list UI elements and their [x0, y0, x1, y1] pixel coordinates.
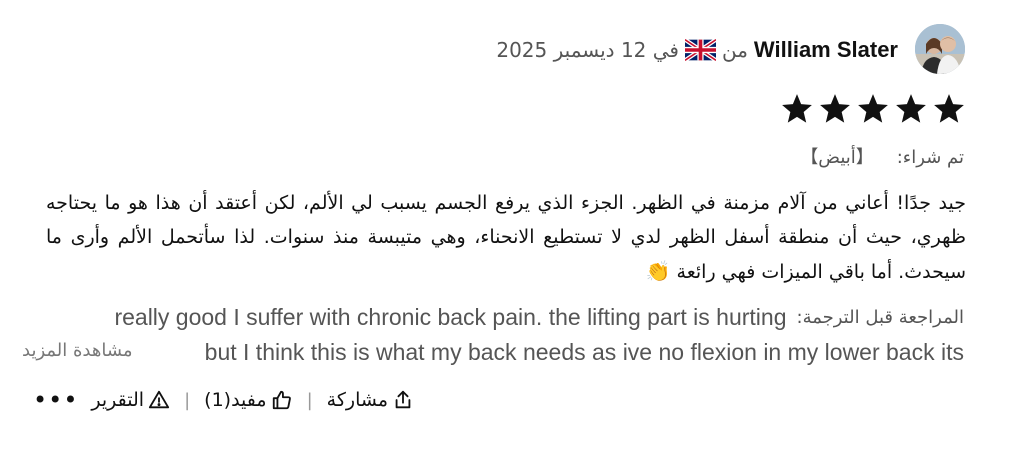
from-label: من: [721, 38, 748, 62]
original-review-label: المراجعة قبل الترجمة:: [796, 306, 965, 328]
divider: |: [306, 389, 313, 411]
share-label: مشاركة: [326, 389, 388, 411]
star-icon: [820, 94, 850, 123]
helpful-button[interactable]: مفيد(1): [204, 389, 292, 411]
report-button[interactable]: التقرير: [91, 389, 170, 411]
report-label: التقرير: [91, 389, 145, 411]
reviewer-name[interactable]: William Slater: [754, 37, 898, 63]
purchase-variant: تم شراء: 【أبيض】: [800, 143, 964, 169]
avatar[interactable]: [915, 24, 965, 74]
star-icon: [896, 94, 926, 123]
review-actions: مشاركة | مفيد(1) | التقرير: [91, 383, 414, 417]
review-date: في 12 ديسمبر 2025: [496, 38, 679, 62]
helpful-label: مفيد(1): [204, 389, 267, 411]
original-review-line1: المراجعة قبل الترجمة: really good I suff…: [42, 300, 964, 334]
review-body: جيد جدًا! أعاني من آلام مزمنة في الظهر. …: [46, 186, 966, 289]
share-button[interactable]: مشاركة: [327, 389, 414, 411]
purchase-value: 【أبيض】: [800, 147, 874, 168]
review-text: جيد جدًا! أعاني من آلام مزمنة في الظهر. …: [46, 192, 966, 283]
purchase-label: تم شراء:: [896, 147, 964, 168]
original-review-text-line1: really good I suffer with chronic back p…: [114, 303, 787, 330]
thumbs-up-icon: [272, 390, 291, 410]
original-review-text-line2: but I think this is what my back needs a…: [204, 339, 964, 365]
review-header: William Slater من في 12 ديسمبر 2025: [496, 33, 898, 67]
uk-flag-icon: [683, 37, 718, 63]
star-icon: [858, 94, 888, 123]
original-review-line2: but I think this is what my back needs a…: [144, 336, 964, 370]
star-icon: [782, 94, 812, 123]
star-rating: [780, 92, 966, 126]
star-icon: [934, 94, 964, 123]
share-icon: [395, 390, 411, 409]
divider: |: [184, 389, 191, 411]
warning-icon: [148, 390, 170, 409]
more-options-button[interactable]: •••: [33, 388, 78, 412]
see-more-link[interactable]: مشاهدة المزيد: [22, 340, 149, 361]
clapping-hands-emoji: 👏: [645, 259, 671, 283]
review-card: William Slater من في 12 ديسمبر 2025 تم ش…: [0, 0, 1024, 461]
